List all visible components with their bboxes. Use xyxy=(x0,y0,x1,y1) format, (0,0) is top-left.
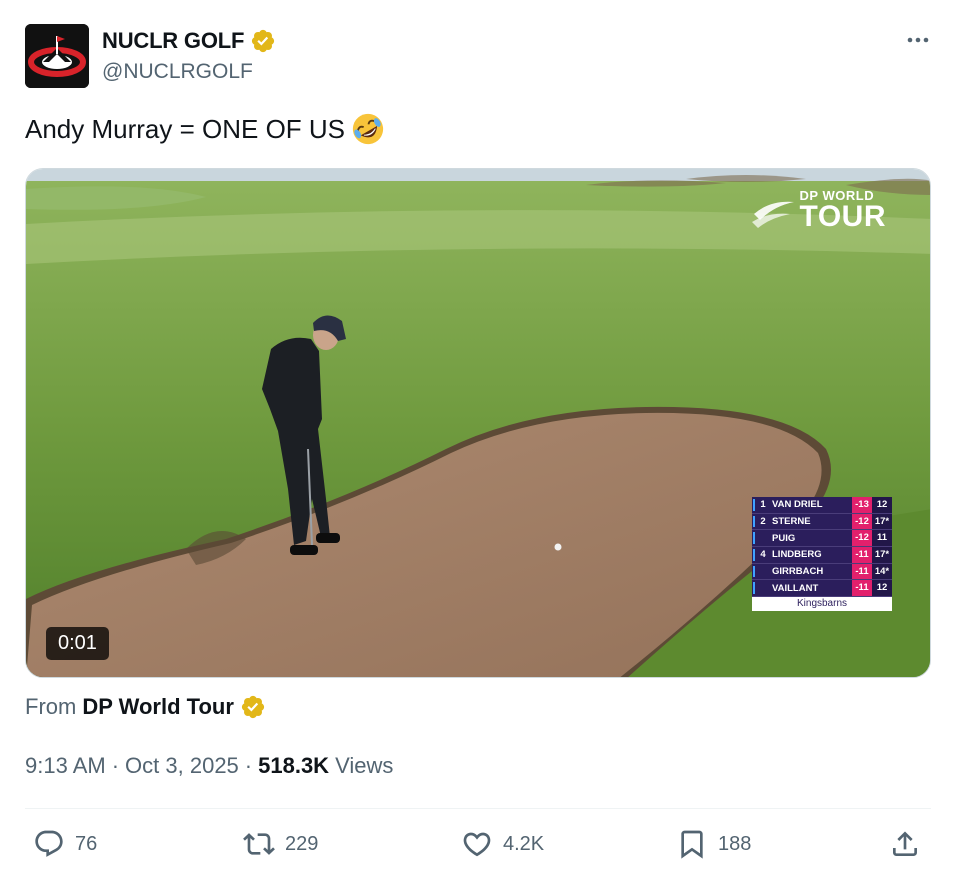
repost-count: 229 xyxy=(285,832,319,855)
leaderboard-pos: 1 xyxy=(760,499,766,511)
leaderboard-name: VAN DRIEL xyxy=(772,499,823,511)
bookmark-button[interactable]: 188 xyxy=(676,828,751,860)
like-button[interactable]: 4.2K xyxy=(461,828,544,860)
more-options-icon[interactable] xyxy=(905,30,931,50)
leaderboard-name: PUIG xyxy=(772,532,796,544)
leaderboard-thru: 17* xyxy=(872,547,892,563)
video-player[interactable]: DP WORLD TOUR 1 VAN DRIEL -13 12 2 STERN… xyxy=(25,168,931,678)
leaderboard-row: PUIG -12 11 xyxy=(752,530,892,548)
leaderboard-row: GIRRBACH -11 14* xyxy=(752,563,892,581)
leaderboard-name: STERNE xyxy=(772,516,811,528)
leaderboard-row: 1 VAN DRIEL -13 12 xyxy=(752,497,892,514)
author-name-row[interactable]: NUCLR GOLF xyxy=(102,28,276,54)
dp-world-tour-logo: DP WORLD TOUR xyxy=(750,189,886,232)
leaderboard-thru: 11 xyxy=(872,530,892,547)
views-label: Views xyxy=(335,753,394,778)
leaderboard-row: VAILLANT -11 12 xyxy=(752,580,892,598)
leaderboard-row: 2 STERNE -12 17* xyxy=(752,513,892,531)
bookmark-icon xyxy=(681,830,703,859)
meta-separator: · xyxy=(244,753,253,778)
bookmark-count: 188 xyxy=(718,832,752,855)
leaderboard-score: -13 xyxy=(852,497,872,513)
nuclr-logo-icon xyxy=(25,24,89,88)
verified-badge-icon[interactable] xyxy=(240,694,266,720)
tweet-actions-bar: 76 229 4.2K 188 xyxy=(25,828,931,868)
leaderboard-footer: Kingsbarns xyxy=(752,597,892,612)
rolling-laughing-emoji-icon xyxy=(352,113,384,145)
share-icon xyxy=(893,831,917,856)
leaderboard-name: VAILLANT xyxy=(772,582,819,594)
leaderboard-name: LINDBERG xyxy=(772,549,822,561)
leaderboard-thru: 17* xyxy=(872,513,892,530)
video-timestamp-badge: 0:01 xyxy=(46,627,109,660)
share-button[interactable] xyxy=(889,828,931,860)
leaderboard-score: -11 xyxy=(852,580,872,597)
views-count: 518.3K xyxy=(258,753,330,778)
leaderboard-name: GIRRBACH xyxy=(772,566,824,578)
leaderboard-pos: 4 xyxy=(760,549,766,561)
leaderboard-score: -12 xyxy=(852,530,872,547)
author-avatar[interactable] xyxy=(25,24,89,88)
source-prefix: From xyxy=(25,694,77,719)
author-handle[interactable]: @NUCLRGOLF xyxy=(102,60,253,84)
leaderboard-thru: 12 xyxy=(872,497,892,513)
tweet-time[interactable]: 9:13 AM xyxy=(25,753,106,779)
repost-button[interactable]: 229 xyxy=(243,828,318,860)
repost-icon xyxy=(243,833,275,855)
leaderboard-thru: 14* xyxy=(872,563,892,580)
leaderboard-score: -12 xyxy=(852,513,872,530)
reply-count: 76 xyxy=(75,832,98,855)
author-name[interactable]: NUCLR GOLF xyxy=(102,28,244,54)
reply-button[interactable]: 76 xyxy=(33,828,97,860)
tweet-text-row: Andy Murray = ONE OF US xyxy=(25,112,385,146)
tweet-text: Andy Murray = ONE OF US xyxy=(25,113,346,144)
dp-logo-bottom-text: TOUR xyxy=(799,200,886,233)
heart-icon xyxy=(463,832,491,857)
leaderboard-score: -11 xyxy=(852,563,872,580)
tweet-header: NUCLR GOLF @NUCLRGOLF xyxy=(25,24,931,88)
source-attribution: From DP World Tour xyxy=(25,694,266,720)
tweet-date[interactable]: Oct 3, 2025 xyxy=(125,753,239,779)
dp-swoosh-icon xyxy=(751,201,794,228)
reply-icon xyxy=(35,830,63,857)
leaderboard-score: -11 xyxy=(852,547,872,563)
source-account-link[interactable]: DP World Tour xyxy=(82,694,234,720)
leaderboard-thru: 12 xyxy=(872,580,892,597)
meta-separator: · xyxy=(111,753,120,778)
tweet-meta: 9:13 AM · Oct 3, 2025 · 518.3K Views xyxy=(25,753,393,779)
leaderboard-overlay: 1 VAN DRIEL -13 12 2 STERNE -12 17* PUIG… xyxy=(752,497,892,612)
leaderboard-row: 4 LINDBERG -11 17* xyxy=(752,547,892,564)
leaderboard-pos: 2 xyxy=(760,516,766,528)
like-count: 4.2K xyxy=(503,832,545,855)
divider xyxy=(25,808,931,809)
verified-badge-icon[interactable] xyxy=(250,28,276,54)
